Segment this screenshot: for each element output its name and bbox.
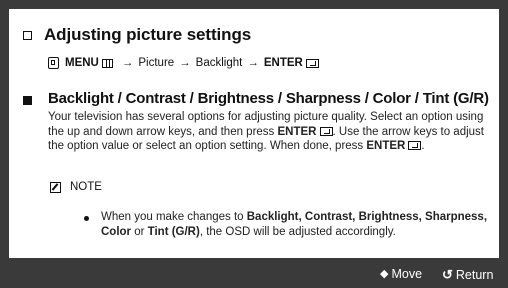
arrow-icon: → bbox=[179, 57, 191, 69]
section-header: Adjusting picture settings bbox=[23, 25, 251, 45]
note-header: NOTE bbox=[50, 181, 102, 193]
move-label: Move bbox=[391, 267, 423, 281]
menu-path-backlight: Backlight bbox=[195, 57, 243, 69]
note-text-part: or bbox=[131, 226, 148, 238]
item-description: Your television has several options for … bbox=[48, 110, 488, 154]
enter-label: ENTER bbox=[263, 57, 303, 69]
description-text: . bbox=[421, 140, 425, 152]
note-text: When you make changes to Backlight, Cont… bbox=[101, 210, 491, 240]
note-text-bold: Tint (G/R) bbox=[147, 226, 200, 238]
note-text-part: When you make changes to bbox=[101, 211, 247, 223]
return-icon: ↺ bbox=[442, 267, 453, 282]
section-title: Adjusting picture settings bbox=[44, 25, 252, 44]
remote-icon bbox=[48, 57, 59, 69]
enter-label: ENTER bbox=[366, 140, 406, 152]
footer-bar: ◆ Move ↺ Return bbox=[0, 262, 508, 288]
enter-icon bbox=[408, 141, 422, 150]
move-button[interactable]: ◆ Move bbox=[380, 267, 422, 281]
note-text-part: , the OSD will be adjusted accordingly. bbox=[199, 226, 396, 238]
arrow-icon: → bbox=[121, 57, 134, 69]
menu-path: MENU → Picture → Backlight → ENTER bbox=[48, 57, 319, 69]
note-icon bbox=[50, 181, 61, 193]
updown-arrow-icon: ◆ bbox=[380, 267, 389, 280]
menu-icon bbox=[101, 58, 113, 68]
bullet-dot-icon bbox=[84, 216, 89, 221]
enter-icon bbox=[305, 58, 319, 68]
help-screen: Adjusting picture settings MENU → Pictur… bbox=[0, 0, 508, 288]
return-label: Return bbox=[455, 268, 494, 282]
enter-icon bbox=[319, 126, 333, 136]
menu-path-picture: Picture bbox=[138, 57, 175, 69]
enter-label: ENTER bbox=[277, 125, 317, 138]
content-panel: Adjusting picture settings MENU → Pictur… bbox=[9, 9, 499, 258]
note-label: NOTE bbox=[70, 181, 102, 193]
menu-label: MENU bbox=[65, 57, 99, 69]
square-bullet-icon bbox=[23, 96, 32, 105]
return-button[interactable]: ↺ Return bbox=[442, 267, 493, 283]
checkbox-icon bbox=[23, 30, 32, 40]
arrow-icon: → bbox=[247, 57, 259, 69]
item-title: Backlight / Contrast / Brightness / Shar… bbox=[48, 90, 489, 107]
